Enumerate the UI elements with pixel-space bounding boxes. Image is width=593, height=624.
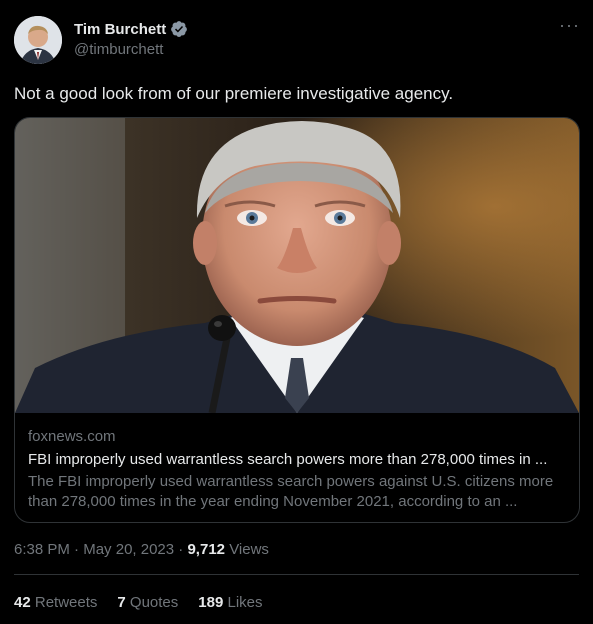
likes-count: 189 — [198, 594, 224, 611]
retweets-count: 42 — [14, 594, 31, 611]
card-description: The FBI improperly used warrantless sear… — [28, 472, 566, 512]
views-label: Views — [229, 541, 269, 558]
separator: · — [74, 541, 84, 558]
author-name[interactable]: Tim Burchett — [74, 20, 188, 38]
quotes-count: 7 — [117, 594, 126, 611]
verified-badge-icon — [171, 21, 188, 37]
likes-label: Likes — [227, 594, 263, 611]
author-name-text[interactable]: Tim Burchett — [74, 21, 166, 38]
card-description-line: The FBI improperly used warrantless sear… — [28, 473, 554, 490]
tweet-timestamp: 6:38 PM · May 20, 2023 · 9,712 Views — [14, 541, 269, 558]
quotes-label: Quotes — [129, 594, 179, 611]
card-meta: foxnews.com FBI improperly used warrantl… — [28, 428, 566, 512]
quotes-stat[interactable]: 7 Quotes — [117, 594, 178, 611]
retweets-label: Retweets — [34, 594, 98, 611]
tweet-time[interactable]: 6:38 PM — [14, 541, 70, 558]
more-options-icon[interactable]: ··· — [559, 16, 579, 38]
card-image — [15, 118, 579, 413]
link-card[interactable]: foxnews.com FBI improperly used warrantl… — [14, 117, 580, 523]
likes-stat[interactable]: 189 Likes — [198, 594, 262, 611]
retweets-stat[interactable]: 42 Retweets — [14, 594, 97, 611]
card-domain: foxnews.com — [28, 428, 116, 445]
author-handle[interactable]: @timburchett — [74, 41, 163, 58]
card-title[interactable]: FBI improperly used warrantless search p… — [28, 451, 566, 468]
divider — [14, 574, 579, 575]
tweet-text: Not a good look from of our premiere inv… — [14, 84, 454, 103]
engagement-stats: 42 Retweets 7 Quotes 189 Likes — [14, 594, 263, 611]
card-description-line: than 278,000 times in the year ending No… — [28, 493, 518, 510]
avatar[interactable] — [14, 16, 62, 64]
avatar-image — [14, 16, 62, 64]
tweet-date[interactable]: May 20, 2023 — [83, 541, 174, 558]
views-count: 9,712 — [187, 541, 226, 558]
